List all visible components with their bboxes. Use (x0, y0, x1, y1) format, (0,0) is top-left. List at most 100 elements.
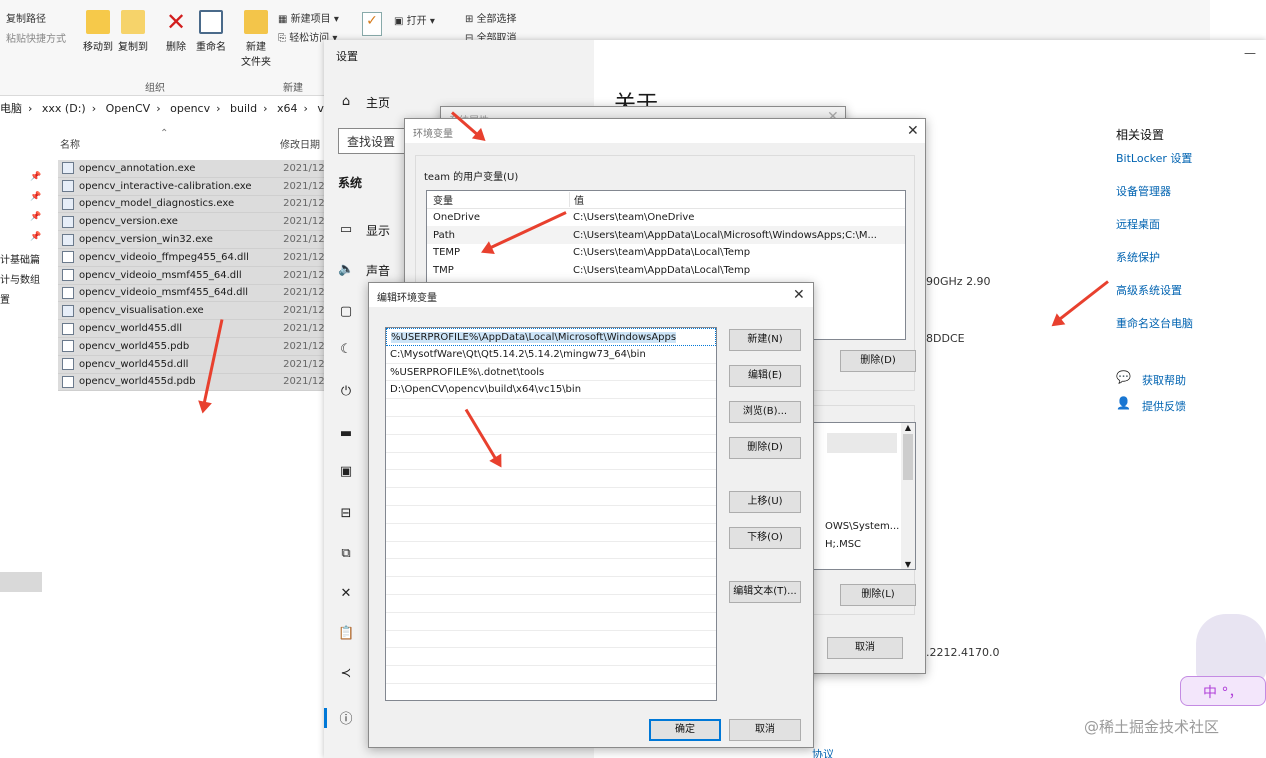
focus-assist-icon: ☾ (340, 342, 352, 357)
copy-path-button[interactable]: 复制路径 (6, 10, 46, 25)
scroll-down-icon[interactable]: ▼ (901, 560, 915, 569)
empty-row[interactable] (386, 417, 716, 435)
file-name: opencv_videoio_msmf455_64d.dll (79, 287, 249, 299)
rename-pc-link[interactable]: 重命名这台电脑 (1116, 315, 1193, 331)
file-row[interactable]: opencv_model_diagnostics.exe 2021/12/ (58, 195, 328, 214)
nav-item[interactable]: 计基础篇 (0, 251, 40, 266)
var-name: Path (433, 229, 455, 241)
file-row[interactable]: opencv_version.exe 2021/12/ (58, 213, 328, 232)
empty-row[interactable] (386, 559, 716, 578)
system-delete-button[interactable]: 删除(L) (840, 584, 916, 606)
rename-icon (199, 10, 223, 34)
rename-button[interactable]: 重命名 (191, 10, 231, 53)
scrollbar[interactable]: ▲ ▼ (901, 423, 915, 569)
new-folder-button[interactable]: 新建 文件夹 (236, 10, 276, 68)
partial-link[interactable]: 协议 (812, 746, 834, 758)
path-entry[interactable]: %USERPROFILE%\.dotnet\tools (386, 364, 716, 382)
file-row[interactable]: opencv_videoio_msmf455_64.dll 2021/12/ (58, 266, 328, 285)
delete-button[interactable]: ✕ 删除 (156, 10, 196, 53)
move-to-button[interactable]: 移动到 (78, 10, 118, 53)
move-up-button[interactable]: 上移(U) (729, 491, 801, 513)
file-row[interactable]: opencv_annotation.exe 2021/12/ (58, 160, 328, 178)
empty-row[interactable] (386, 595, 716, 613)
file-row[interactable]: opencv_world455d.pdb 2021/12/ (58, 373, 328, 392)
remote-desktop-link[interactable]: 远程桌面 (1116, 216, 1160, 232)
nav-item[interactable]: 计与数组 (0, 271, 40, 286)
empty-row[interactable] (386, 613, 716, 631)
close-icon[interactable]: ✕ (793, 287, 805, 303)
user-var-row[interactable]: TMP C:\Users\team\AppData\Local\Temp (427, 262, 905, 280)
file-row[interactable]: opencv_videoio_ffmpeg455_64.dll 2021/12/ (58, 248, 328, 267)
ok-button[interactable]: 确定 (649, 719, 721, 741)
column-header-value[interactable]: 值 (569, 191, 584, 207)
copy-to-button[interactable]: 复制到 (113, 10, 153, 53)
minimize-icon[interactable]: — (1244, 46, 1256, 60)
file-row[interactable]: opencv_interactive-calibration.exe 2021/1… (58, 177, 328, 196)
empty-row[interactable] (386, 470, 716, 489)
move-down-button[interactable]: 下移(O) (729, 527, 801, 549)
address-bar[interactable]: 电脑 › xxx (D:) › OpenCV › opencv › build › x64… (0, 100, 344, 124)
empty-row[interactable] (386, 684, 716, 700)
empty-row[interactable] (386, 524, 716, 542)
bitlocker-link[interactable]: BitLocker 设置 (1116, 150, 1192, 166)
empty-row[interactable] (386, 577, 716, 595)
close-icon[interactable]: ✕ (907, 123, 919, 139)
open-button[interactable]: ▣ 打开 ▾ (394, 12, 435, 27)
properties-icon[interactable]: ✓ (362, 12, 382, 36)
empty-row[interactable] (386, 542, 716, 560)
pin-icon: 📌 (30, 212, 42, 222)
empty-row[interactable] (386, 453, 716, 471)
empty-row[interactable] (386, 631, 716, 649)
column-header-variable[interactable]: 变量 (427, 192, 569, 207)
scroll-up-icon[interactable]: ▲ (901, 423, 915, 432)
remote-desktop-icon: ≺ (340, 666, 352, 681)
column-header-date[interactable]: 修改日期 (280, 136, 320, 151)
get-help-link[interactable]: 获取帮助 (1142, 372, 1186, 388)
new-item-button[interactable]: ▦ 新建项目 ▾ (278, 10, 339, 25)
notifications-icon: ▢ (339, 304, 353, 319)
edit-entry-button[interactable]: 编辑(E) (729, 365, 801, 387)
edit-cancel-button[interactable]: 取消 (729, 719, 801, 741)
new-entry-button[interactable]: 新建(N) (729, 329, 801, 351)
paste-shortcut-button[interactable]: 粘贴快捷方式 (6, 30, 66, 45)
file-date: 2021/12/ (283, 358, 328, 370)
empty-row[interactable] (386, 488, 716, 506)
empty-row[interactable] (386, 399, 716, 417)
path-entry[interactable]: C:\MysotfWare\Qt\Qt5.14.2\5.14.2\mingw73… (386, 346, 716, 364)
scroll-thumb[interactable] (903, 434, 913, 480)
file-row[interactable]: opencv_world455d.dll 2021/12/ (58, 355, 328, 374)
env-cancel-button[interactable]: 取消 (827, 637, 903, 659)
nav-home[interactable]: 主页 (366, 94, 390, 111)
empty-row[interactable] (386, 435, 716, 453)
edit-text-button[interactable]: 编辑文本(T)... (729, 581, 801, 603)
path-entry[interactable]: D:\OpenCV\opencv\build\x64\vc15\bin (386, 381, 716, 400)
watermark: @稀土掘金技术社区 (1084, 718, 1220, 736)
help-icon: 💬 (1116, 370, 1131, 384)
user-delete-button[interactable]: 删除(D) (840, 350, 916, 372)
system-protection-link[interactable]: 系统保护 (1116, 249, 1160, 265)
file-row[interactable]: opencv_world455.dll 2021/12/ (58, 320, 328, 338)
file-row[interactable]: opencv_videoio_msmf455_64d.dll 2021/12/ (58, 284, 328, 303)
nav-sound[interactable]: 声音 (366, 262, 390, 279)
advanced-system-settings-link[interactable]: 高级系统设置 (1116, 282, 1182, 298)
file-row[interactable]: opencv_version_win32.exe 2021/12/ (58, 231, 328, 249)
empty-row[interactable] (386, 506, 716, 524)
column-header-name[interactable]: 名称 (60, 136, 80, 151)
empty-row[interactable] (386, 648, 716, 667)
path-entry[interactable]: %USERPROFILE%\AppData\Local\Microsoft\Wi… (386, 328, 716, 346)
nav-display[interactable]: 显示 (366, 222, 390, 239)
file-icon (62, 322, 74, 335)
system-var-row[interactable] (827, 433, 897, 453)
select-all-button[interactable]: ⊞ 全部选择 (465, 10, 517, 25)
path-entries-list[interactable]: %USERPROFILE%\AppData\Local\Microsoft\Wi… (385, 327, 717, 701)
user-var-row[interactable]: OneDrive C:\Users\team\OneDrive (427, 209, 905, 227)
delete-entry-button[interactable]: 删除(D) (729, 437, 801, 459)
user-var-row[interactable]: TEMP C:\Users\team\AppData\Local\Temp (427, 244, 905, 262)
nav-item[interactable]: 置 (0, 291, 10, 306)
device-manager-link[interactable]: 设备管理器 (1116, 183, 1171, 199)
file-row[interactable]: opencv_world455.pdb 2021/12/ (58, 337, 328, 356)
empty-row[interactable] (386, 666, 716, 684)
browse-button[interactable]: 浏览(B)... (729, 401, 801, 423)
feedback-link[interactable]: 提供反馈 (1142, 398, 1186, 414)
file-row[interactable]: opencv_visualisation.exe 2021/12/ (58, 302, 328, 321)
